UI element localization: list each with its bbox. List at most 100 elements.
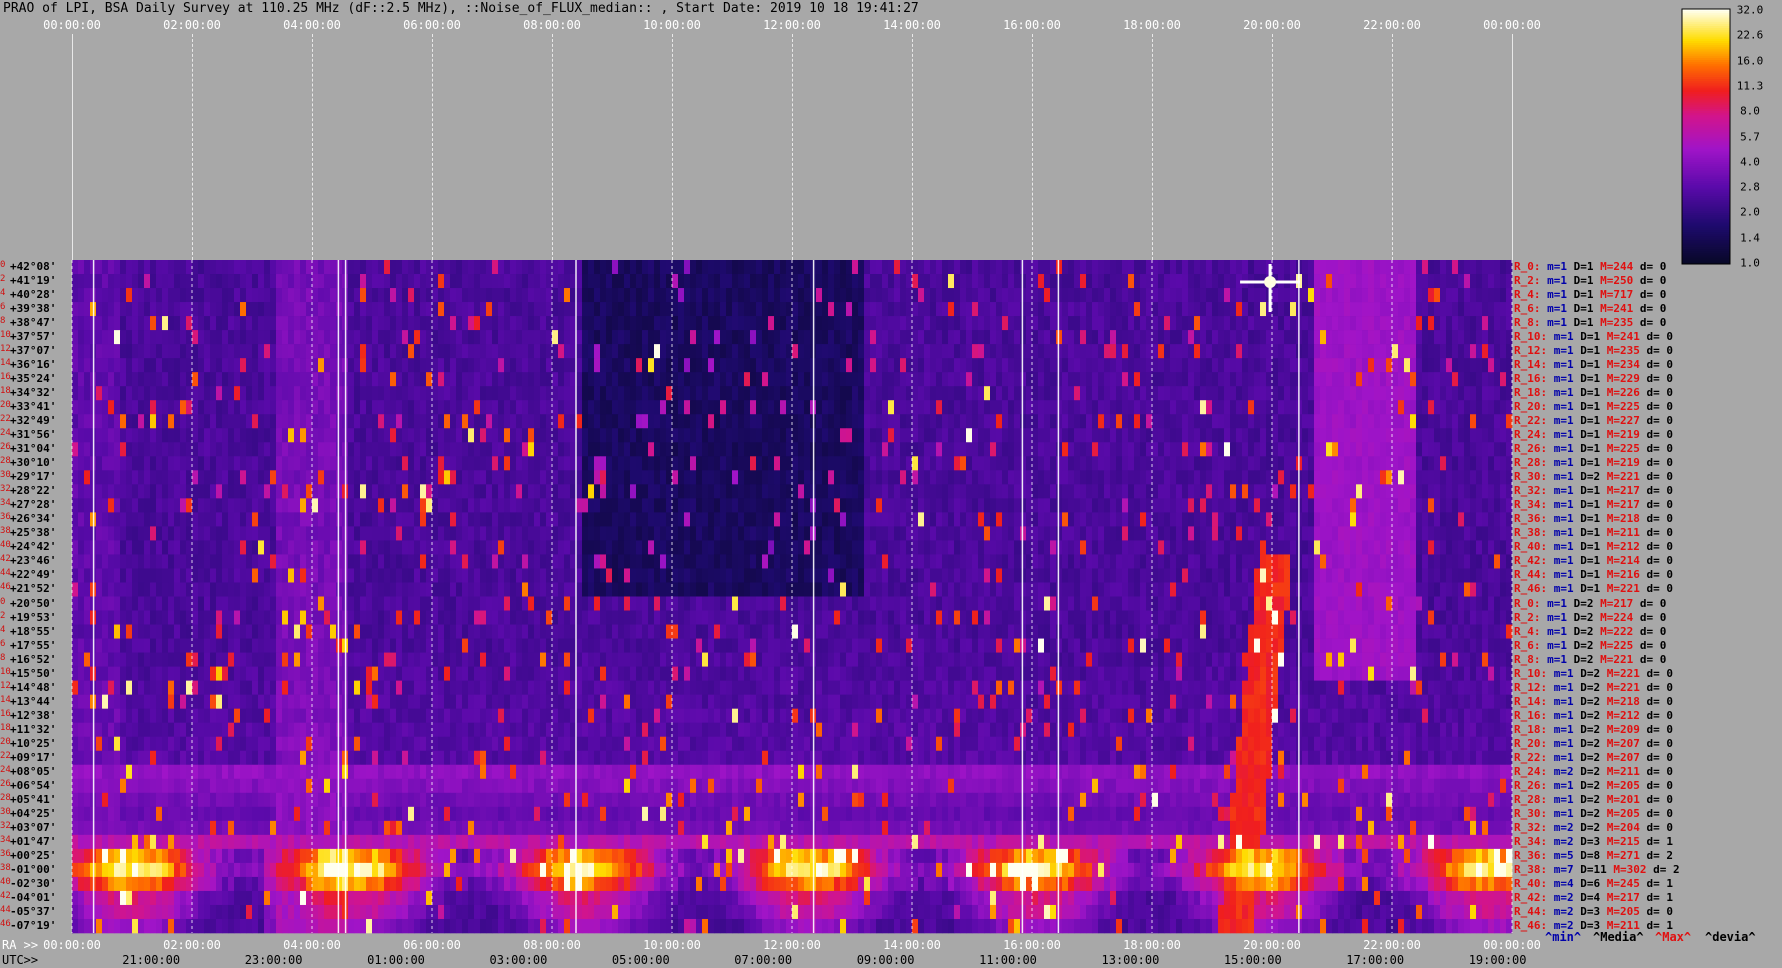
- heatmap-cell: [324, 344, 331, 359]
- heatmap-cell: [564, 358, 571, 373]
- heatmap-cell: [1188, 414, 1195, 429]
- heatmap-cell: [354, 386, 361, 401]
- heatmap-cell: [1140, 512, 1147, 527]
- heatmap-cell: [930, 274, 937, 289]
- heatmap-cell: [750, 456, 757, 471]
- heatmap-cell: [600, 484, 607, 499]
- heatmap-cell: [486, 498, 493, 513]
- heatmap-cell: [414, 484, 421, 499]
- heatmap-cell: [690, 288, 697, 303]
- heatmap-cell: [1482, 526, 1489, 541]
- heatmap-cell: [636, 540, 643, 555]
- heatmap-cell: [930, 302, 937, 317]
- heatmap-cell: [252, 414, 259, 429]
- heatmap-cell: [306, 484, 313, 499]
- heatmap-cell: [516, 512, 523, 527]
- heatmap-cell: [1008, 540, 1015, 555]
- heatmap-cell: [984, 484, 991, 499]
- heatmap-cell: [588, 372, 595, 387]
- heatmap-cell: [552, 274, 559, 289]
- heatmap-cell: [1458, 442, 1465, 457]
- heatmap-cell: [762, 442, 769, 457]
- heatmap-cell: [432, 274, 439, 289]
- heatmap-cell: [1506, 456, 1513, 471]
- heatmap-cell: [1236, 288, 1243, 303]
- heatmap-cell: [1080, 260, 1087, 275]
- heatmap-cell: [432, 372, 439, 387]
- heatmap-cell: [216, 428, 223, 443]
- heatmap-cell: [792, 372, 799, 387]
- heatmap-cell: [492, 442, 499, 457]
- heatmap-cell: [630, 470, 637, 485]
- heatmap-cell: [1500, 470, 1507, 485]
- heatmap-cell: [150, 456, 157, 471]
- heatmap-cell: [306, 498, 313, 513]
- heatmap-cell: [1344, 414, 1351, 429]
- heatmap-cell: [1368, 316, 1375, 331]
- heatmap-cell: [606, 484, 613, 499]
- heatmap-cell: [414, 330, 421, 345]
- heatmap-cell: [252, 330, 259, 345]
- heatmap-cell: [360, 400, 367, 415]
- heatmap-cell: [1050, 442, 1057, 457]
- heatmap-cell: [1116, 428, 1123, 443]
- heatmap-cell: [960, 498, 967, 513]
- heatmap-cell: [1446, 512, 1453, 527]
- heatmap-cell: [978, 512, 985, 527]
- heatmap-cell: [216, 526, 223, 541]
- heatmap-cell: [900, 456, 907, 471]
- heatmap-cell: [1416, 274, 1423, 289]
- heatmap-cell: [1050, 414, 1057, 429]
- heatmap-cell: [1074, 470, 1081, 485]
- heatmap-cell: [558, 428, 565, 443]
- heatmap-cell: [144, 442, 151, 457]
- heatmap-cell: [594, 358, 601, 373]
- heatmap-cell: [168, 302, 175, 317]
- heatmap-cell: [204, 316, 211, 331]
- heatmap-cell: [240, 442, 247, 457]
- heatmap-cell: [720, 358, 727, 373]
- heatmap-cell: [1284, 526, 1291, 541]
- heatmap-cell: [246, 288, 253, 303]
- heatmap-cell: [534, 288, 541, 303]
- heatmap-cell: [1440, 358, 1447, 373]
- heatmap-cell: [480, 400, 487, 415]
- heatmap-cell: [1404, 330, 1411, 345]
- heatmap-cell: [852, 512, 859, 527]
- heatmap-cell: [1110, 470, 1117, 485]
- heatmap-cell: [210, 470, 217, 485]
- heatmap-cell: [1122, 442, 1129, 457]
- heatmap-cell: [228, 316, 235, 331]
- heatmap-cell: [1314, 512, 1321, 527]
- heatmap-cell: [552, 400, 559, 415]
- heatmap-cell: [270, 302, 277, 317]
- heatmap-cell: [654, 526, 661, 541]
- heatmap-cell: [1320, 260, 1327, 275]
- heatmap-cell: [1302, 414, 1309, 429]
- heatmap-cell: [288, 330, 295, 345]
- heatmap-cell: [684, 316, 691, 331]
- heatmap-cell: [1182, 442, 1189, 457]
- heatmap-cell: [1164, 330, 1171, 345]
- heatmap-cell: [540, 302, 547, 317]
- heatmap-cell: [222, 428, 229, 443]
- heatmap-cell: [276, 316, 283, 331]
- heatmap-cell: [426, 358, 433, 373]
- heatmap-cell: [804, 316, 811, 331]
- heatmap-cell: [948, 386, 955, 401]
- heatmap-cell: [156, 386, 163, 401]
- heatmap-cell: [294, 400, 301, 415]
- heatmap-cell: [738, 540, 745, 555]
- heatmap-cell: [1140, 442, 1147, 457]
- heatmap-cell: [828, 484, 835, 499]
- heatmap-cell: [888, 428, 895, 443]
- heatmap-cell: [1038, 400, 1045, 415]
- heatmap-cell: [732, 344, 739, 359]
- heatmap-cell: [696, 302, 703, 317]
- heatmap-cell: [594, 400, 601, 415]
- heatmap-cell: [372, 316, 379, 331]
- heatmap-cell: [768, 442, 775, 457]
- heatmap-cell: [540, 372, 547, 387]
- heatmap-cell: [402, 260, 409, 275]
- heatmap-cell: [1326, 344, 1333, 359]
